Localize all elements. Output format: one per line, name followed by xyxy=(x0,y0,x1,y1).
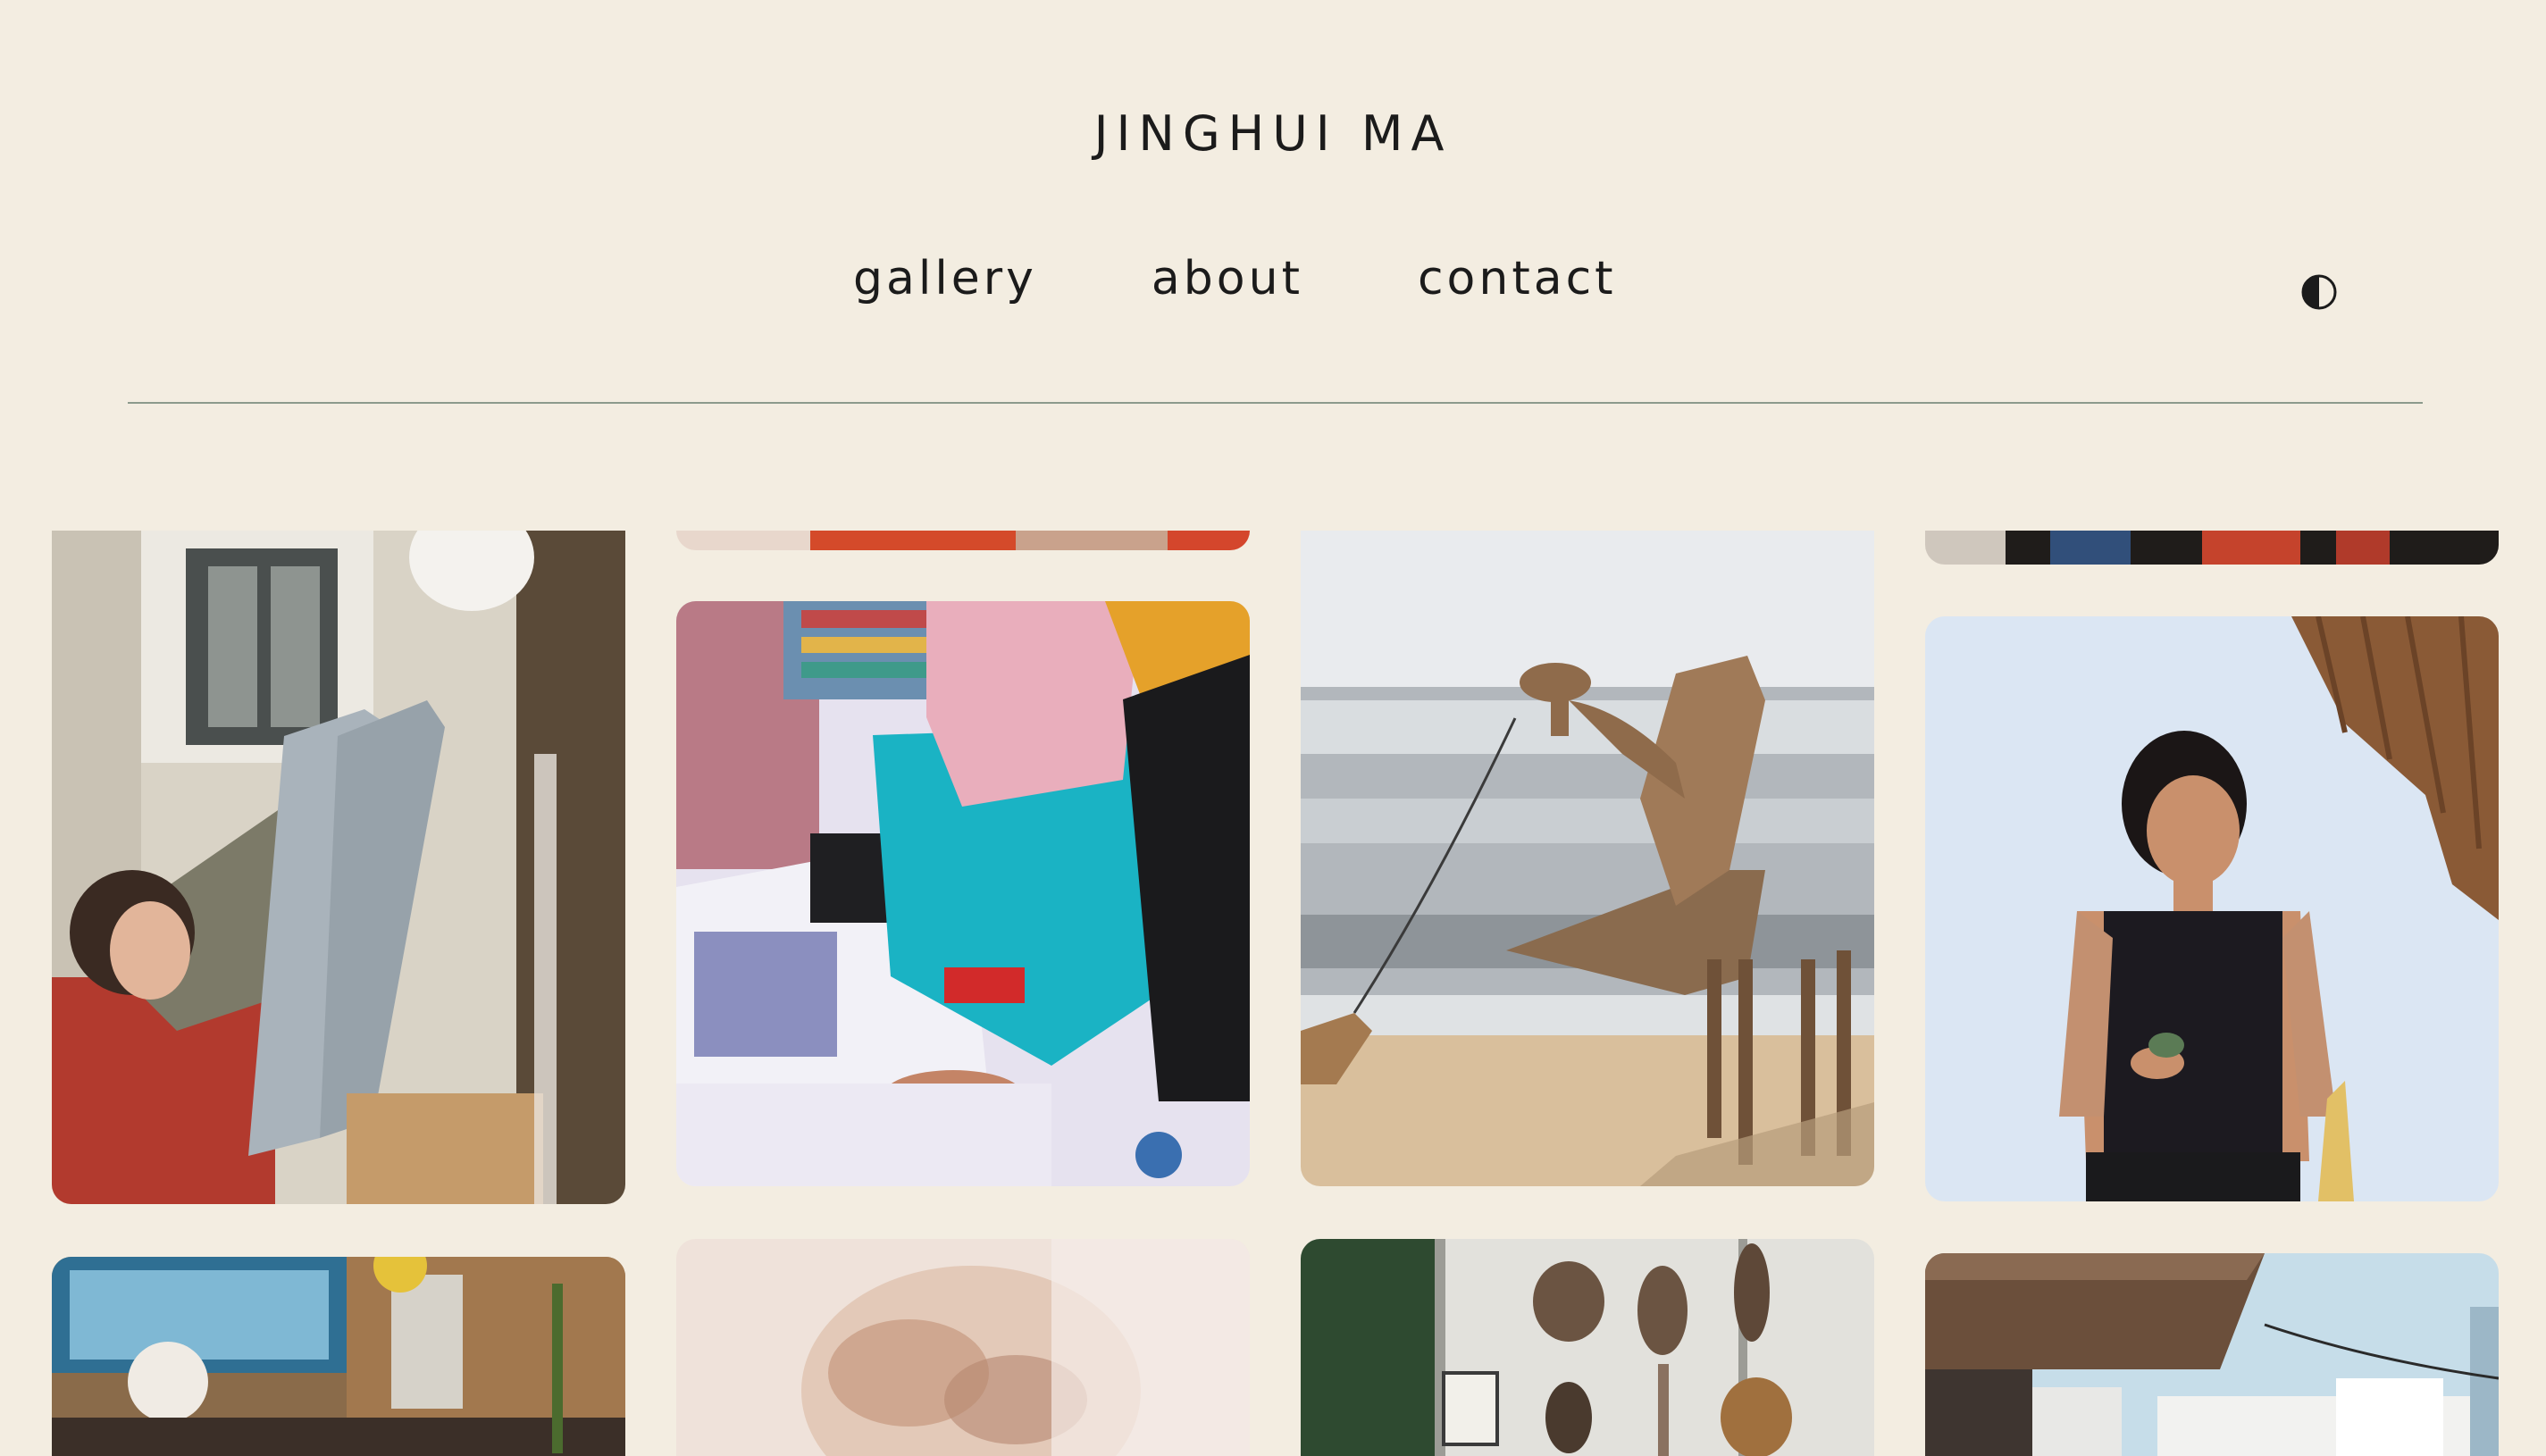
photo-market-awning[interactable] xyxy=(1925,1253,2499,1456)
photo-woman-on-sofa-with-cat[interactable] xyxy=(52,531,625,1204)
page: JINGHUI MA gallery about contact xyxy=(0,0,2546,1456)
photo-woman-beading-bracelets[interactable] xyxy=(676,601,1250,1186)
photo-gallery xyxy=(0,0,2546,1456)
photo-top-cropped-red[interactable] xyxy=(676,531,1250,550)
photo-workshop-interior[interactable] xyxy=(52,1257,625,1456)
photo-masks-on-wall[interactable] xyxy=(1301,1239,1874,1456)
photo-woman-in-swimsuit[interactable] xyxy=(1925,616,2499,1201)
photo-blurred-portrait[interactable] xyxy=(676,1239,1250,1456)
photo-top-cropped-dark[interactable] xyxy=(1925,531,2499,565)
photo-camel-on-beach[interactable] xyxy=(1301,531,1874,1186)
